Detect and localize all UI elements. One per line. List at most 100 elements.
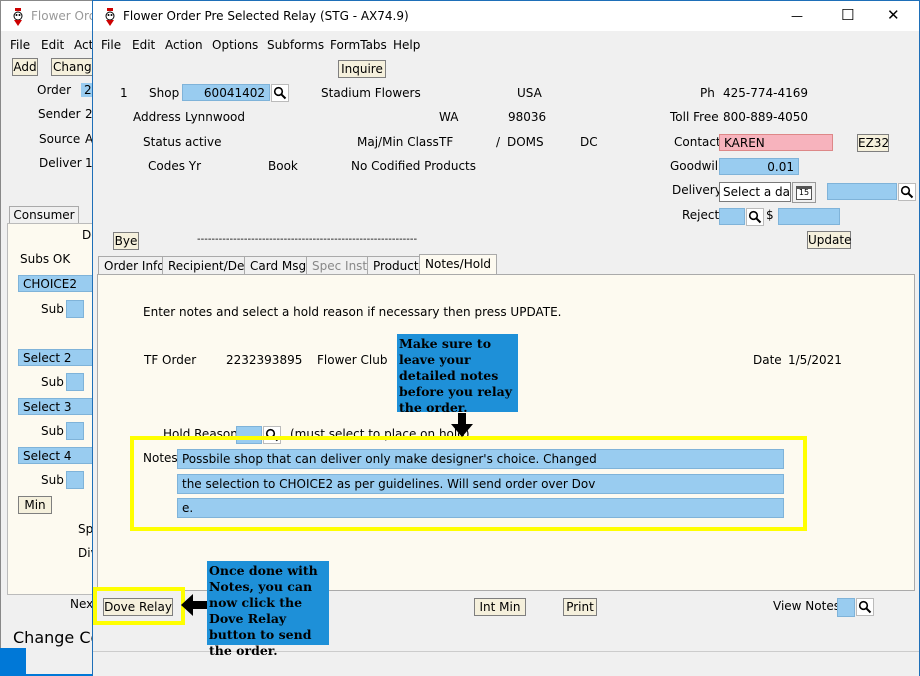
bottom-callout: Once done with Notes, you can now click … [207,561,329,658]
search-icon [858,600,872,614]
dove-relay-button[interactable]: Dove Relay [103,598,173,616]
background-menu-bar: File Edit Acti [1,31,101,55]
int-min-button[interactable]: Int Min [474,598,526,616]
tab-order-info-label: Order Info [104,259,165,273]
search-icon [273,86,287,100]
notes-hold-panel: Enter notes and select a hold reason if … [97,274,915,591]
delivery-search-button[interactable] [898,183,916,201]
separator-dashes: ----------------------------------------… [197,234,418,245]
menu-file[interactable]: File [101,38,121,52]
shop-search-button[interactable] [271,84,289,102]
dc-value: DC [580,135,598,149]
calendar-icon: 15 [796,186,812,200]
bg-deliver-label: Deliver [39,156,82,170]
down-arrow-icon [451,413,473,437]
view-notes-field[interactable] [837,598,855,617]
minimize-button[interactable]: — [791,9,803,23]
maj-class-value: TF [439,135,454,149]
tf-order-value: 2232393895 [226,353,303,367]
menu-options[interactable]: Options [212,38,258,52]
codified-products: No Codified Products [351,159,476,173]
bye-button[interactable]: Bye [113,232,139,250]
bg-consumer-tab[interactable]: Consumer [9,206,79,224]
bg-menu-edit[interactable]: Edit [41,38,64,52]
goodwill-label: Goodwill [670,159,722,173]
contact-field[interactable]: KAREN [719,134,833,151]
contact-label: Contact [674,135,721,149]
print-button[interactable]: Print [563,598,597,616]
search-icon [900,185,914,199]
maximize-button[interactable]: ☐ [841,6,854,24]
address-label: Address [133,110,181,124]
majmin-class-label: Maj/Min Class [357,135,439,149]
bg-menu-file[interactable]: File [10,38,30,52]
tab-recipient-del-label: Recipient/Del [168,259,248,273]
menu-formtabs[interactable]: FormTabs [330,38,387,52]
notes-line-2[interactable]: the selection to CHOICE2 as per guidelin… [177,474,784,494]
ez32-button[interactable]: EZ32 [857,134,889,152]
reject-search-button[interactable] [746,208,764,226]
view-notes-search-button[interactable] [856,598,874,616]
left-arrow-icon [181,594,207,616]
delivery-label: Delivery [672,183,722,197]
phone-value: 425-774-4169 [723,86,809,100]
bg-change-co-label: Change Co [13,628,101,647]
bg-sub-label-4: Sub [41,473,64,487]
bg-sub-field-1[interactable] [66,300,84,318]
calendar-button[interactable]: 15 [792,182,816,203]
close-button[interactable]: ✕ [887,6,900,24]
menu-edit[interactable]: Edit [132,38,155,52]
bg-sp-label: Sp [78,522,94,536]
update-button[interactable]: Update [807,231,851,249]
top-callout: Make sure to leave your detailed notes b… [397,334,518,415]
add-button[interactable]: Add [12,58,38,76]
status-label: Status [143,135,182,149]
calendar-day: 15 [798,188,810,197]
bg-source-label: Source [39,132,81,146]
bg-sub-field-4[interactable] [66,471,84,489]
country: USA [517,86,542,100]
phone-label: Ph [700,86,715,100]
tab-notes-hold-label: Notes/Hold [425,257,492,271]
tab-recipient-del[interactable]: Recipient/Del [162,256,254,275]
row-index: 1 [120,86,128,100]
delivery-field[interactable] [827,183,897,200]
tab-spec-inst: Spec Inst [306,256,374,275]
bg-subs-ok-label: Subs OK [20,252,71,266]
taskbar-block [0,648,26,674]
delivery-date-picker[interactable]: Select a date [719,182,791,202]
toll-free-label: Toll Free [670,110,719,124]
notes-line-3[interactable]: e. [177,498,784,518]
shop-name: Stadium Flowers [321,86,421,100]
background-title-bar: Flower Orde [1,1,104,31]
shop-label: Shop [149,86,180,100]
app-logo-icon [105,8,115,26]
menu-help[interactable]: Help [393,38,420,52]
toll-free-value: 800-889-4050 [723,110,809,124]
codes-yr-label: Codes Yr [148,159,202,173]
inquire-button[interactable]: Inquire [338,60,386,78]
reject-field[interactable] [719,208,745,225]
bg-sub-field-2[interactable] [66,373,84,391]
tab-product[interactable]: Product [367,256,425,275]
search-icon [748,210,762,224]
bg-consumer-tab-label: Consumer [13,208,75,222]
goodwill-field[interactable]: 0.01 [719,158,799,175]
menu-action[interactable]: Action [165,38,203,52]
tab-card-msg-label: Card Msg [250,259,307,273]
date-label: Date [753,353,782,367]
zip: 98036 [508,110,547,124]
tab-card-msg[interactable]: Card Msg [244,256,313,275]
reject-amount-field[interactable] [778,208,840,225]
tab-notes-hold[interactable]: Notes/Hold [419,254,498,275]
notes-line-1[interactable]: Possbile shop that can deliver only make… [177,449,784,469]
menu-subforms[interactable]: Subforms [267,38,324,52]
delivery-date-placeholder: Select a date [723,185,790,199]
flower-club-label: Flower Club [317,353,388,367]
min-class-value: DOMS [507,135,544,149]
bg-sub-field-3[interactable] [66,422,84,440]
shop-field[interactable]: 60041402 [182,84,270,101]
bg-min-button[interactable]: Min [18,496,52,514]
tab-order-info[interactable]: Order Info [98,256,171,275]
bg-sender-label: Sender [38,107,81,121]
